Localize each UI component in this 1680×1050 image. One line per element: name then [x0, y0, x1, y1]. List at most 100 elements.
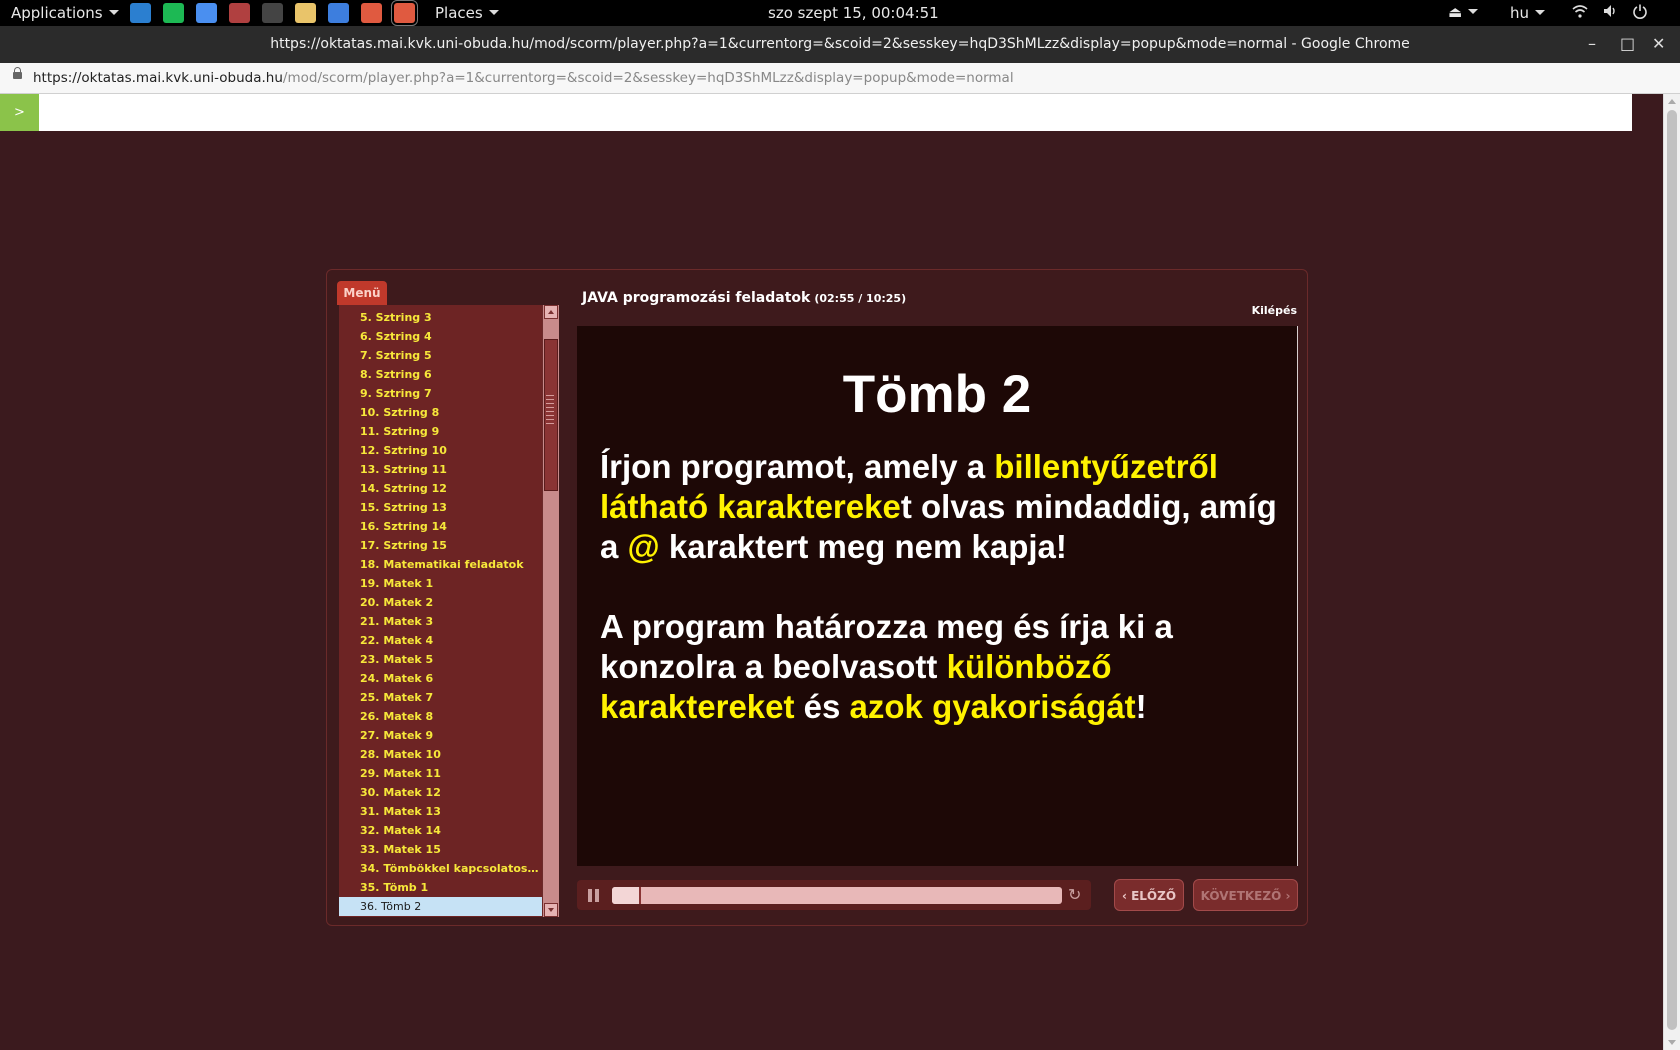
scroll-up-icon[interactable]	[1668, 99, 1676, 104]
menu-item[interactable]: 26. Matek 8	[339, 707, 542, 726]
scroll-up-button[interactable]	[544, 305, 558, 319]
slide-text: !	[1135, 688, 1147, 725]
next-button[interactable]: KÖVETKEZŐ ›	[1193, 879, 1298, 911]
launcher-bar	[130, 0, 418, 26]
address-bar[interactable]: https://oktatas.mai.kvk.uni-obuda.hu/mod…	[0, 63, 1680, 94]
page-scrollbar[interactable]	[1663, 94, 1680, 1050]
replay-icon[interactable]: ↻	[1068, 887, 1084, 903]
chevron-down-icon	[488, 10, 499, 15]
previous-button[interactable]: ‹ ELŐZŐ	[1114, 879, 1184, 911]
places-label: Places	[435, 4, 483, 22]
menu-item[interactable]: 28. Matek 10	[339, 745, 542, 764]
pause-icon[interactable]	[588, 889, 600, 902]
menu-item[interactable]: 33. Matek 15	[339, 840, 542, 859]
maximize-button[interactable]: □	[1620, 34, 1635, 53]
language-label: hu	[1510, 4, 1530, 22]
applications-menu[interactable]: Applications	[11, 4, 119, 22]
menu-item[interactable]: 24. Matek 6	[339, 669, 542, 688]
grip-icon	[546, 395, 554, 425]
system-menu[interactable]	[1572, 3, 1648, 23]
chevron-down-icon	[1468, 9, 1479, 14]
power-icon	[1632, 3, 1648, 23]
next-label: KÖVETKEZŐ	[1200, 889, 1282, 903]
menu-item[interactable]: 17. Sztring 15	[339, 536, 542, 555]
text-editor-icon[interactable]	[295, 3, 316, 23]
exit-link[interactable]: Kilépés	[1252, 304, 1297, 317]
system-monitor-icon[interactable]	[328, 3, 349, 23]
chevron-down-icon	[1535, 10, 1546, 15]
chevron-down-icon	[108, 10, 119, 15]
volume-icon	[1602, 3, 1618, 23]
menu-item[interactable]: 5. Sztring 3	[339, 308, 542, 327]
menu-item[interactable]: 10. Sztring 8	[339, 403, 542, 422]
slide-content: Tömb 2 Írjon programot, amely a billenty…	[577, 326, 1298, 866]
highlighted-text: azok gyakoriságát	[849, 688, 1136, 725]
course-title-text: JAVA programozási feladatok	[582, 290, 811, 306]
menu-item[interactable]: 18. Matematikai feladatok	[339, 555, 542, 574]
menu-item[interactable]: 34. Tömbökkel kapcsolatos f...	[339, 859, 542, 878]
menu-item[interactable]: 25. Matek 7	[339, 688, 542, 707]
menu-scrollbar[interactable]	[542, 305, 559, 917]
menu-item[interactable]: 11. Sztring 9	[339, 422, 542, 441]
spotify-icon[interactable]	[163, 3, 184, 23]
lock-icon	[13, 67, 22, 79]
menu-item[interactable]: 15. Sztring 13	[339, 498, 542, 517]
url-host: https://oktatas.mai.kvk.uni-obuda.hu	[33, 70, 283, 86]
terminal-icon[interactable]	[262, 3, 283, 23]
slide-text: és	[794, 688, 850, 725]
menu-item[interactable]: 20. Matek 2	[339, 593, 542, 612]
menu-item[interactable]: 8. Sztring 6	[339, 365, 542, 384]
chromium-icon[interactable]	[196, 3, 217, 23]
scorm-player: Menü 5. Sztring 3 6. Sztring 4 7. Sztring …	[326, 269, 1308, 926]
menu-item[interactable]: 21. Matek 3	[339, 612, 542, 631]
slide-text: karaktert meg nem kapja!	[659, 528, 1067, 565]
menu-item[interactable]: 12. Sztring 10	[339, 441, 542, 460]
scroll-thumb[interactable]	[1667, 110, 1677, 1030]
slide-paragraph-2: A program határozza meg és írja ki a kon…	[600, 607, 1290, 727]
menu-item[interactable]: 27. Matek 9	[339, 726, 542, 745]
menu-item[interactable]: 35. Tömb 1	[339, 878, 542, 897]
menu-item[interactable]: 16. Sztring 14	[339, 517, 542, 536]
top-bar: Applications Places szo szept 15, 00:04:…	[0, 0, 1680, 26]
minimize-button[interactable]: –	[1588, 34, 1596, 53]
course-time: (02:55 / 10:25)	[814, 292, 907, 305]
menu-item[interactable]: 19. Matek 1	[339, 574, 542, 593]
chrome-active-icon[interactable]	[391, 0, 418, 26]
url-text[interactable]: https://oktatas.mai.kvk.uni-obuda.hu/mod…	[33, 70, 1014, 86]
wifi-icon	[1572, 3, 1588, 23]
slide-title: Tömb 2	[842, 365, 1032, 424]
menu-item[interactable]: 36. Tömb 2	[339, 897, 542, 916]
menu-item[interactable]: 30. Matek 12	[339, 783, 542, 802]
menu-item[interactable]: 13. Sztring 11	[339, 460, 542, 479]
toggle-toc-button[interactable]: >	[0, 94, 39, 131]
close-button[interactable]: ✕	[1652, 34, 1665, 53]
eject-icon[interactable]: ⏏	[1448, 3, 1479, 21]
menu-item[interactable]: 7. Sztring 5	[339, 346, 542, 365]
menu-tab[interactable]: Menü	[337, 281, 387, 305]
menu-item[interactable]: 6. Sztring 4	[339, 327, 542, 346]
menu-item[interactable]: 31. Matek 13	[339, 802, 542, 821]
chrome-icon[interactable]	[361, 3, 382, 23]
desktop-icon[interactable]	[130, 3, 151, 23]
playback-controls: ↻	[577, 880, 1091, 910]
language-menu[interactable]: hu	[1510, 4, 1546, 22]
menu-item[interactable]: 32. Matek 14	[339, 821, 542, 840]
menu-item[interactable]: 29. Matek 11	[339, 764, 542, 783]
menu-item[interactable]: 22. Matek 4	[339, 631, 542, 650]
clock[interactable]: szo szept 15, 00:04:51	[768, 4, 939, 22]
window-title: https://oktatas.mai.kvk.uni-obuda.hu/mod…	[270, 36, 1410, 52]
scroll-down-button[interactable]	[544, 903, 558, 917]
url-path: /mod/scorm/player.php?a=1&currentorg=&sc…	[282, 70, 1014, 86]
menu-item[interactable]: 9. Sztring 7	[339, 384, 542, 403]
app-icon[interactable]	[229, 3, 250, 23]
menu-list: 5. Sztring 3 6. Sztring 4 7. Sztring 5 8. S…	[339, 308, 542, 916]
menu-item[interactable]: 14. Sztring 12	[339, 479, 542, 498]
places-menu[interactable]: Places	[435, 4, 499, 22]
menu-panel: 5. Sztring 3 6. Sztring 4 7. Sztring 5 8. S…	[339, 305, 542, 917]
slide-paragraph-1: Írjon programot, amely a billentyűzetről…	[600, 447, 1290, 567]
progress-bar[interactable]	[612, 887, 1062, 904]
previous-label: ELŐZŐ	[1131, 889, 1177, 903]
scroll-down-icon[interactable]	[1668, 1040, 1676, 1045]
applications-label: Applications	[11, 4, 103, 22]
menu-item[interactable]: 23. Matek 5	[339, 650, 542, 669]
